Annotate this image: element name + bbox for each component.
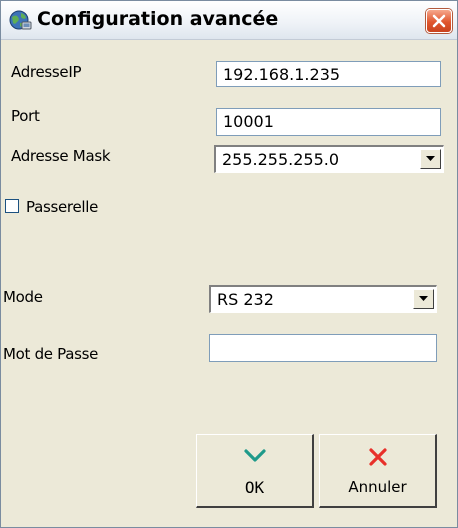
close-icon: [432, 14, 446, 28]
config-dialog: Configuration avancée AdresseIP 192.168.…: [0, 0, 458, 528]
port-input[interactable]: 10001: [216, 108, 441, 136]
gateway-label: Passerelle: [26, 198, 99, 216]
port-label: Port: [11, 107, 40, 125]
mask-select[interactable]: 255.255.255.0: [214, 145, 444, 173]
mask-dropdown-button[interactable]: [420, 149, 441, 169]
cross-icon: [368, 448, 387, 466]
chevron-down-icon: [419, 296, 428, 301]
ok-button[interactable]: OK: [196, 434, 314, 508]
mask-value: 255.255.255.0: [222, 150, 340, 169]
ip-label: AdresseIP: [11, 63, 82, 81]
password-label: Mot de Passe: [3, 345, 99, 363]
mode-dropdown-button[interactable]: [413, 289, 434, 309]
window-title: Configuration avancée: [37, 8, 279, 30]
globe-network-icon: [8, 8, 32, 32]
checkmark-icon: [243, 449, 266, 462]
mode-value: RS 232: [217, 290, 274, 309]
mask-label: Adresse Mask: [11, 147, 111, 165]
mode-select[interactable]: RS 232: [209, 285, 437, 313]
ip-address-input[interactable]: 192.168.1.235: [216, 61, 441, 87]
close-button[interactable]: [426, 9, 452, 33]
cancel-button[interactable]: Annuler: [319, 434, 437, 508]
password-input[interactable]: [209, 334, 437, 362]
cancel-label: Annuler: [348, 478, 407, 496]
title-bar[interactable]: Configuration avancée: [1, 1, 457, 40]
gateway-checkbox[interactable]: [5, 199, 19, 213]
ok-label: OK: [244, 478, 265, 497]
mode-label: Mode: [3, 288, 43, 306]
chevron-down-icon: [426, 156, 435, 161]
